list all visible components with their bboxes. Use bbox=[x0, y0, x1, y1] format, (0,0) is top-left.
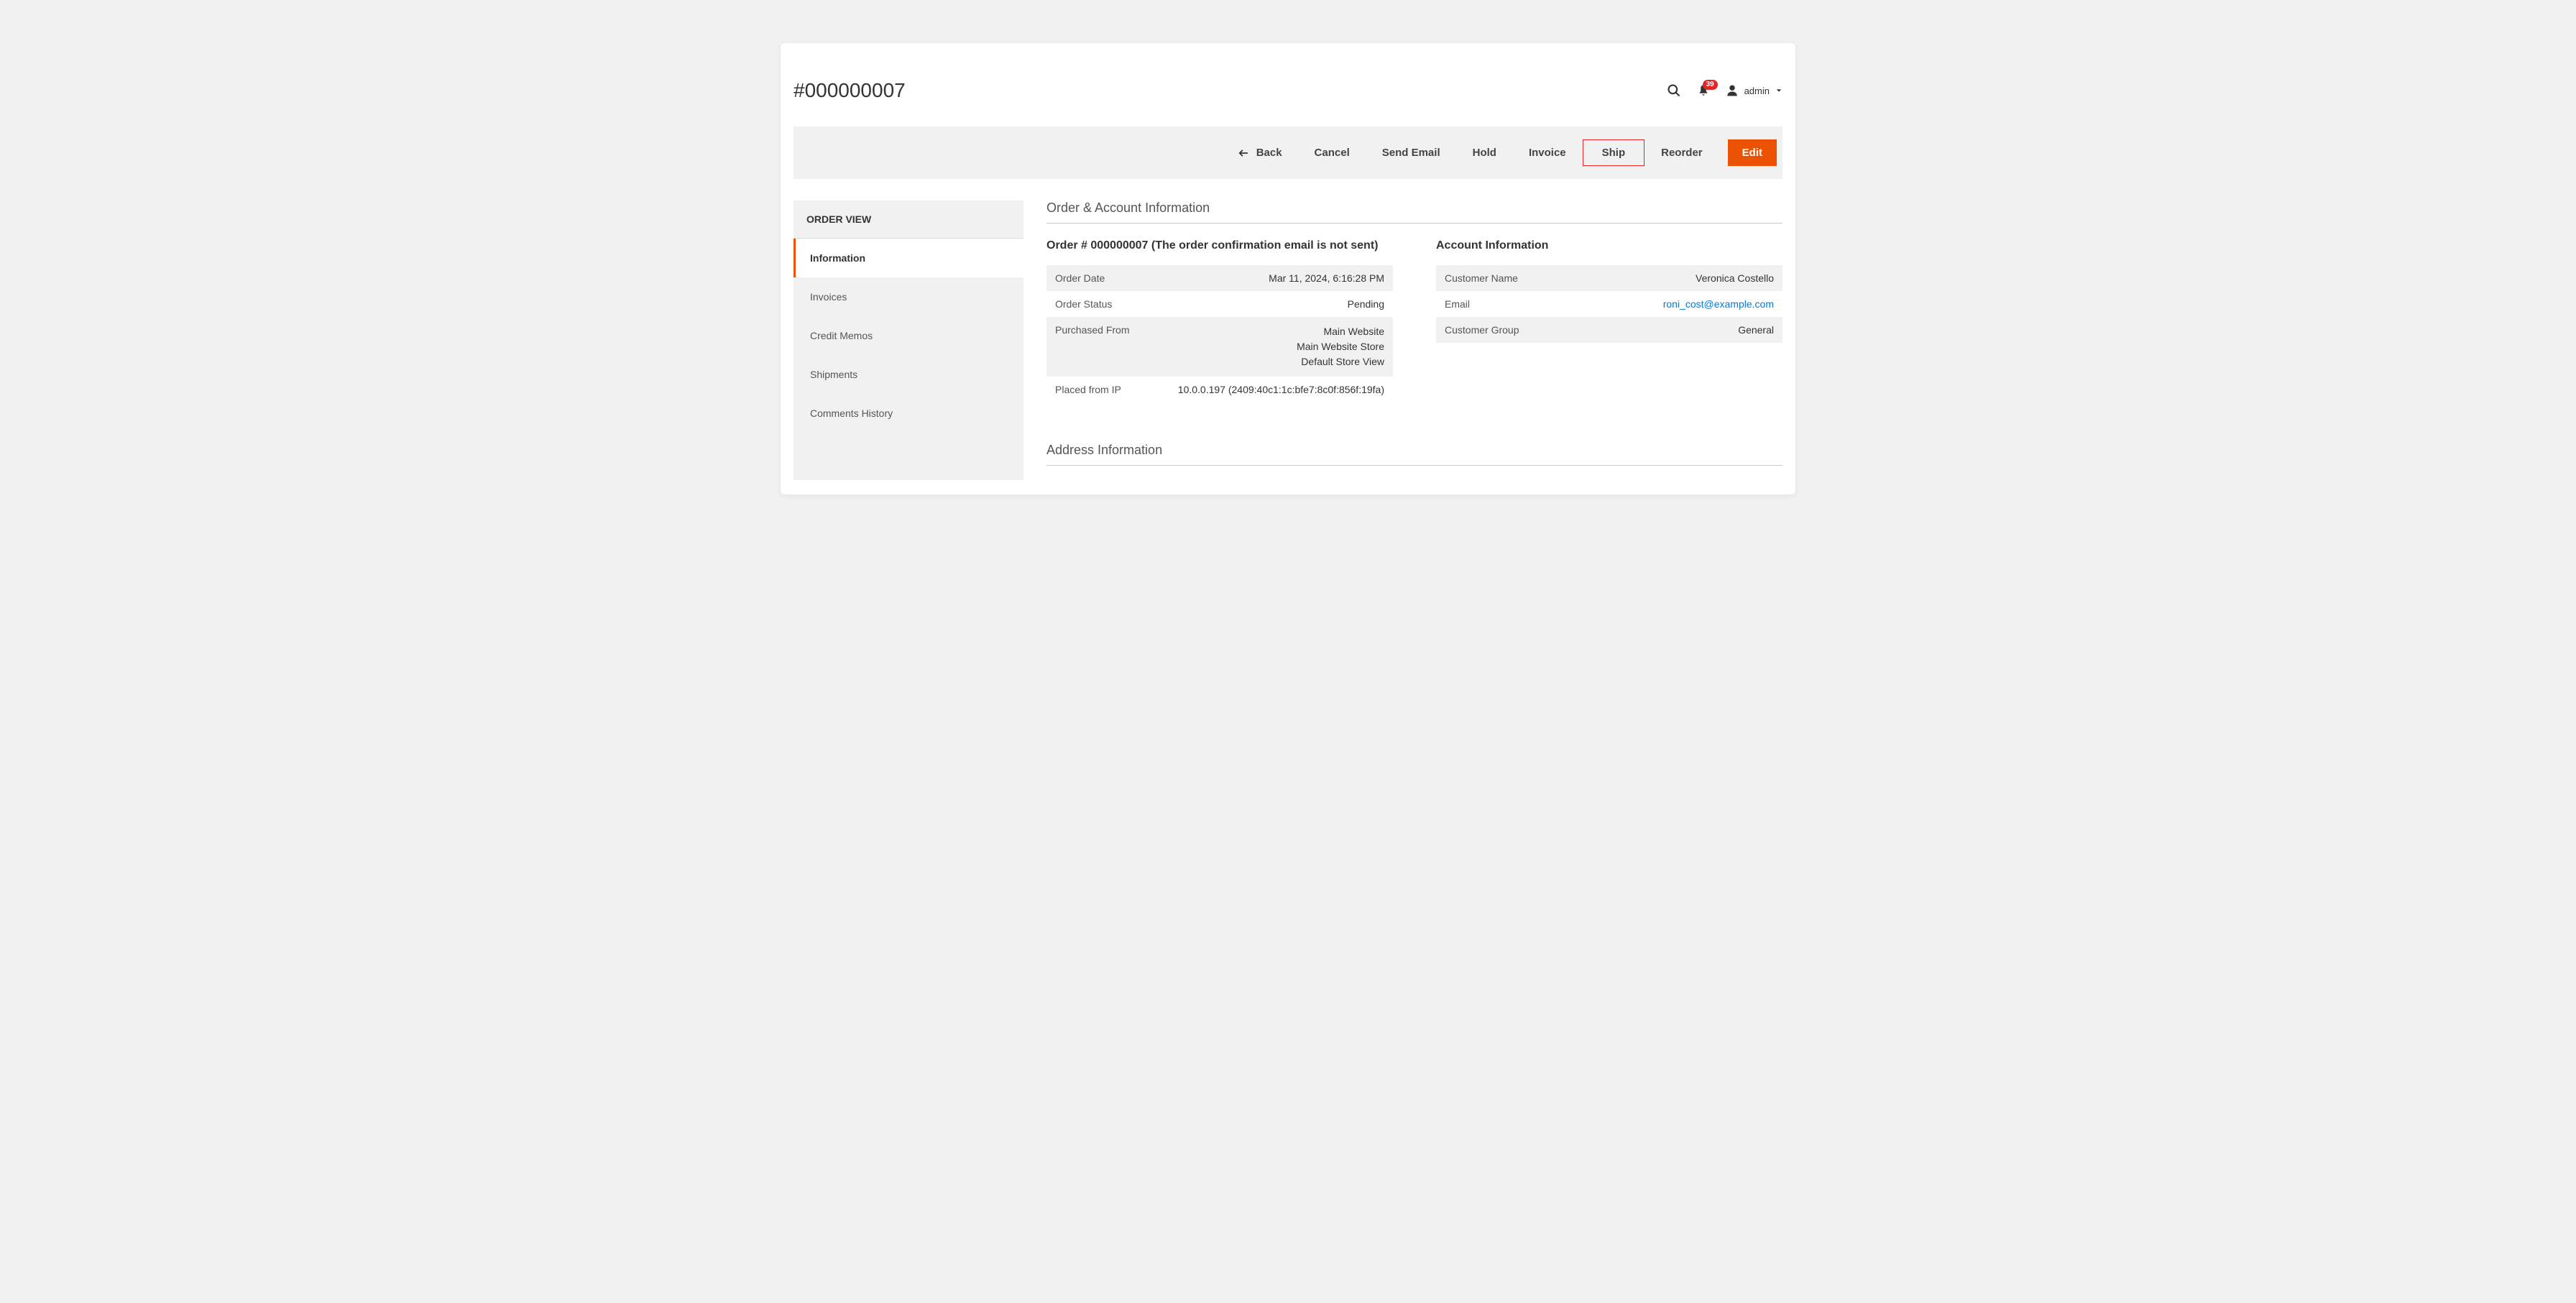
order-status-label: Order Status bbox=[1046, 291, 1147, 317]
order-info-table: Order Date Mar 11, 2024, 6:16:28 PM Orde… bbox=[1046, 265, 1393, 402]
user-icon bbox=[1726, 84, 1739, 97]
table-row: Customer Group General bbox=[1436, 317, 1782, 343]
customer-group-value: General bbox=[1581, 317, 1782, 343]
order-account-section-title: Order & Account Information bbox=[1046, 201, 1782, 224]
order-number-title: Order # 000000007 (The order confirmatio… bbox=[1046, 238, 1393, 254]
search-icon bbox=[1667, 83, 1681, 98]
order-date-label: Order Date bbox=[1046, 265, 1147, 291]
invoice-button[interactable]: Invoice bbox=[1513, 139, 1582, 166]
order-info-column: Order # 000000007 (The order confirmatio… bbox=[1046, 238, 1393, 402]
table-row: Email roni_cost@example.com bbox=[1436, 291, 1782, 317]
edit-button[interactable]: Edit bbox=[1728, 139, 1777, 166]
table-row: Customer Name Veronica Costello bbox=[1436, 265, 1782, 291]
sidebar-title: ORDER VIEW bbox=[794, 201, 1024, 239]
customer-name-value: Veronica Costello bbox=[1581, 265, 1782, 291]
sidebar-item-invoices[interactable]: Invoices bbox=[794, 277, 1024, 316]
table-row: Placed from IP 10.0.0.197 (2409:40c1:1c:… bbox=[1046, 377, 1393, 402]
purchased-from-value: Main Website Main Website Store Default … bbox=[1147, 317, 1393, 377]
purchased-from-lines: Main Website Main Website Store Default … bbox=[1156, 324, 1384, 369]
ship-button[interactable]: Ship bbox=[1583, 139, 1645, 166]
order-date-value: Mar 11, 2024, 6:16:28 PM bbox=[1147, 265, 1393, 291]
action-bar: Back Cancel Send Email Hold Invoice Ship… bbox=[794, 126, 1782, 179]
order-panel: #000000007 39 admin Back Cancel Send Ema… bbox=[781, 43, 1795, 494]
back-label: Back bbox=[1256, 147, 1282, 159]
customer-email-value: roni_cost@example.com bbox=[1581, 291, 1782, 317]
arrow-left-icon bbox=[1238, 148, 1249, 158]
sidebar-item-shipments[interactable]: Shipments bbox=[794, 355, 1024, 394]
table-row: Order Date Mar 11, 2024, 6:16:28 PM bbox=[1046, 265, 1393, 291]
purchased-from-line1: Main Website bbox=[1156, 324, 1384, 339]
header-actions: 39 admin bbox=[1667, 83, 1782, 98]
reorder-button[interactable]: Reorder bbox=[1645, 139, 1719, 166]
customer-email-label: Email bbox=[1436, 291, 1581, 317]
purchased-from-label: Purchased From bbox=[1046, 317, 1147, 377]
customer-group-label: Customer Group bbox=[1436, 317, 1581, 343]
purchased-from-line3: Default Store View bbox=[1156, 354, 1384, 369]
account-info-title: Account Information bbox=[1436, 238, 1782, 254]
send-email-button[interactable]: Send Email bbox=[1366, 139, 1456, 166]
content-row: ORDER VIEW Information Invoices Credit M… bbox=[794, 179, 1782, 480]
table-row: Purchased From Main Website Main Website… bbox=[1046, 317, 1393, 377]
table-row: Order Status Pending bbox=[1046, 291, 1393, 317]
cancel-button[interactable]: Cancel bbox=[1299, 139, 1366, 166]
notification-badge: 39 bbox=[1703, 80, 1718, 90]
admin-label: admin bbox=[1744, 86, 1770, 96]
search-button[interactable] bbox=[1667, 83, 1681, 98]
main-column: Order & Account Information Order # 0000… bbox=[1046, 201, 1782, 480]
customer-name-label: Customer Name bbox=[1436, 265, 1581, 291]
account-info-table: Customer Name Veronica Costello Email ro… bbox=[1436, 265, 1782, 343]
address-section-title: Address Information bbox=[1046, 443, 1782, 466]
order-view-sidebar: ORDER VIEW Information Invoices Credit M… bbox=[794, 201, 1024, 480]
admin-dropdown[interactable]: admin bbox=[1726, 84, 1782, 97]
notifications-button[interactable]: 39 bbox=[1697, 84, 1710, 97]
order-status-value: Pending bbox=[1147, 291, 1393, 317]
sidebar-item-credit-memos[interactable]: Credit Memos bbox=[794, 316, 1024, 355]
sidebar-item-comments-history[interactable]: Comments History bbox=[794, 394, 1024, 433]
chevron-down-icon bbox=[1775, 87, 1782, 94]
sidebar-item-information[interactable]: Information bbox=[794, 239, 1024, 277]
page-title: #000000007 bbox=[794, 79, 906, 102]
header-row: #000000007 39 admin bbox=[794, 43, 1782, 126]
account-info-column: Account Information Customer Name Veroni… bbox=[1436, 238, 1782, 402]
customer-email-link[interactable]: roni_cost@example.com bbox=[1663, 298, 1774, 310]
purchased-from-line2: Main Website Store bbox=[1156, 339, 1384, 354]
placed-ip-label: Placed from IP bbox=[1046, 377, 1147, 402]
order-account-columns: Order # 000000007 (The order confirmatio… bbox=[1046, 238, 1782, 402]
hold-button[interactable]: Hold bbox=[1457, 139, 1512, 166]
back-button[interactable]: Back bbox=[1222, 139, 1298, 166]
placed-ip-value: 10.0.0.197 (2409:40c1:1c:bfe7:8c0f:856f:… bbox=[1147, 377, 1393, 402]
